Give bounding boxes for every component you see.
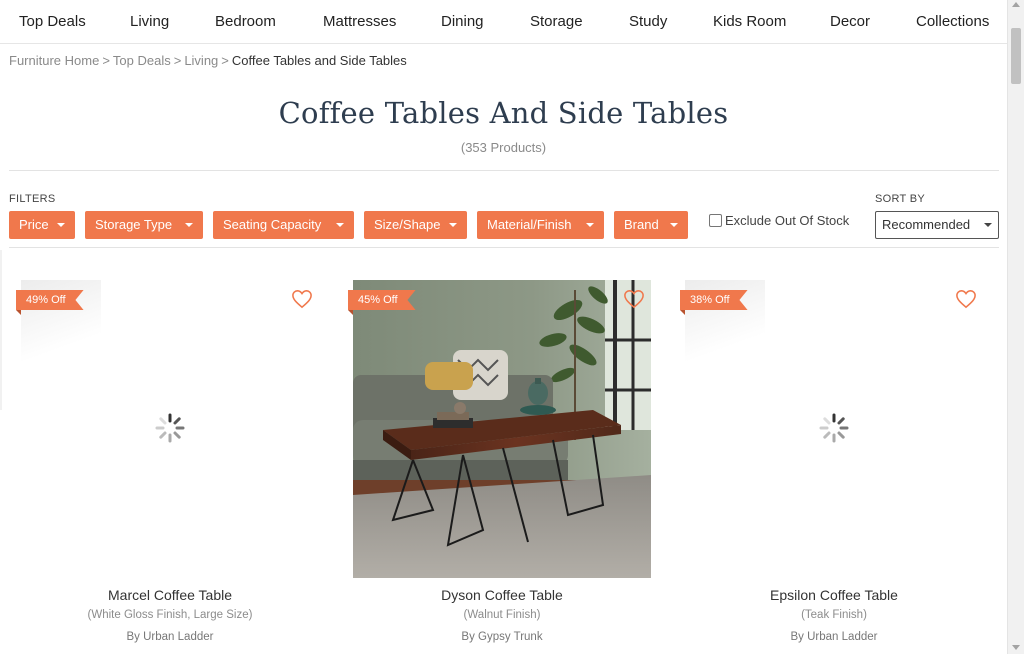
product-variant: (White Gloss Finish, Large Size) — [87, 609, 253, 621]
filters-label: FILTERS — [9, 193, 56, 205]
filter-material-finish-label: Material/Finish — [487, 217, 572, 232]
product-card[interactable]: 49% Off Marcel Coffee Table (White Gloss… — [16, 280, 319, 654]
filter-brand-label: Brand — [624, 217, 659, 232]
nav-collections[interactable]: Collections — [916, 13, 989, 30]
product-count: (353 Products) — [460, 140, 547, 155]
breadcrumb-separator: > — [221, 53, 229, 68]
chevron-down-icon — [185, 223, 193, 227]
product-name[interactable]: Marcel Coffee Table — [21, 587, 319, 603]
breadcrumb: Furniture Home > Top Deals > Living > Coffee T… — [9, 53, 407, 68]
nav-decor[interactable]: Decor — [830, 13, 870, 30]
nav-top-deals[interactable]: Top Deals — [19, 13, 86, 30]
discount-badge: 45% Off — [348, 290, 416, 310]
product-image[interactable] — [685, 280, 983, 578]
nav-dining[interactable]: Dining — [441, 13, 484, 30]
sort-label: SORT BY — [875, 193, 925, 205]
filter-brand-button[interactable]: Brand — [614, 211, 688, 239]
discount-badge: 38% Off — [680, 290, 748, 310]
left-edge-shadow — [0, 250, 2, 410]
product-brand: By Gypsy Trunk — [461, 631, 543, 643]
nav-storage[interactable]: Storage — [530, 13, 583, 30]
exclude-out-of-stock-label: Exclude Out Of Stock — [725, 213, 850, 228]
chevron-down-icon — [336, 223, 344, 227]
divider — [9, 247, 999, 248]
product-image[interactable] — [353, 280, 651, 578]
top-nav: Top Deals Living Bedroom Mattresses Dini… — [0, 0, 1007, 44]
chevron-down-icon — [57, 223, 65, 227]
coffee-table-photo — [353, 280, 651, 578]
wishlist-heart-icon[interactable] — [955, 289, 977, 309]
vertical-scrollbar[interactable] — [1007, 0, 1024, 654]
badge-fold — [348, 310, 353, 315]
loading-spinner-icon — [155, 413, 185, 443]
sort-selected-value: Recommended — [882, 217, 971, 232]
loading-spinner-icon — [819, 413, 849, 443]
filter-price-button[interactable]: Price — [9, 211, 75, 239]
chevron-down-icon — [670, 223, 678, 227]
product-brand: By Urban Ladder — [790, 631, 878, 643]
divider — [9, 170, 999, 171]
filter-size-shape-button[interactable]: Size/Shape — [364, 211, 467, 239]
scroll-down-arrow-icon[interactable] — [1012, 645, 1020, 650]
breadcrumb-separator: > — [173, 53, 182, 68]
product-brand: By Urban Ladder — [126, 631, 214, 643]
filter-seating-capacity-button[interactable]: Seating Capacity — [213, 211, 354, 239]
badge-fold — [16, 310, 21, 315]
filter-size-shape-label: Size/Shape — [374, 217, 441, 232]
badge-fold — [680, 310, 685, 315]
filter-storage-type-button[interactable]: Storage Type — [85, 211, 203, 239]
product-card[interactable]: 38% Off Epsilon Coffee Table (Teak Finis… — [680, 280, 983, 654]
breadcrumb-top-deals[interactable]: Top Deals — [113, 53, 171, 68]
nav-mattresses[interactable]: Mattresses — [323, 13, 396, 30]
product-variant: (Walnut Finish) — [463, 609, 541, 621]
exclude-out-of-stock-checkbox[interactable] — [709, 214, 722, 227]
product-card[interactable]: 45% Off Dyson Coffee Table (Walnut Finis… — [348, 280, 651, 654]
product-image[interactable] — [21, 280, 319, 578]
breadcrumb-living[interactable]: Living — [184, 53, 218, 68]
chevron-down-icon — [984, 223, 992, 227]
filter-seating-capacity-label: Seating Capacity — [223, 217, 322, 232]
wishlist-heart-icon[interactable] — [291, 289, 313, 309]
filter-storage-type-label: Storage Type — [95, 217, 173, 232]
filter-price-label: Price — [19, 217, 49, 232]
product-variant: (Teak Finish) — [801, 609, 867, 621]
breadcrumb-current: Coffee Tables and Side Tables — [231, 53, 407, 68]
breadcrumb-furniture-home[interactable]: Furniture Home — [9, 53, 99, 68]
chevron-down-icon — [586, 223, 594, 227]
chevron-down-icon — [449, 223, 457, 227]
product-name[interactable]: Dyson Coffee Table — [353, 587, 651, 603]
scroll-thumb[interactable] — [1011, 28, 1021, 84]
nav-bedroom[interactable]: Bedroom — [215, 13, 276, 30]
exclude-out-of-stock-toggle[interactable]: Exclude Out Of Stock — [709, 213, 849, 228]
breadcrumb-separator: > — [102, 53, 110, 68]
nav-kids-room[interactable]: Kids Room — [713, 13, 786, 30]
nav-study[interactable]: Study — [629, 13, 667, 30]
discount-badge: 49% Off — [16, 290, 84, 310]
wishlist-heart-icon[interactable] — [623, 289, 645, 309]
sort-select[interactable]: Recommended — [875, 211, 999, 239]
nav-living[interactable]: Living — [130, 13, 169, 30]
scroll-up-arrow-icon[interactable] — [1012, 2, 1020, 7]
filter-material-finish-button[interactable]: Material/Finish — [477, 211, 604, 239]
page-title: Coffee Tables And Side Tables — [278, 96, 729, 130]
product-name[interactable]: Epsilon Coffee Table — [685, 587, 983, 603]
